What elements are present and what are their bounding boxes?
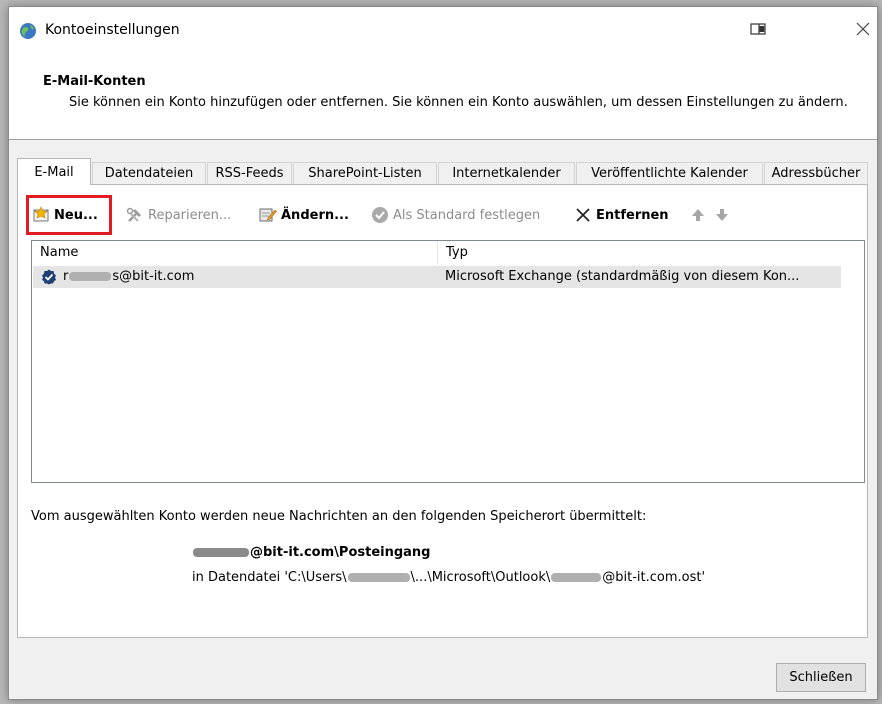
tab-data-files[interactable]: Datendateien	[92, 162, 206, 184]
repair-label: Reparieren...	[148, 207, 232, 223]
redacted-text	[193, 548, 249, 557]
new-mail-icon	[33, 206, 49, 222]
tab-rss-feeds[interactable]: RSS-Feeds	[207, 162, 292, 184]
account-name-cell: r s@bit-it.com	[63, 269, 195, 284]
delivery-info-text: Vom ausgewählten Konto werden neue Nachr…	[31, 509, 647, 524]
account-toolbar: Neu... Reparieren... Ändern... Als Stand…	[18, 203, 867, 227]
change-button[interactable]: Ändern...	[259, 203, 349, 227]
window-title: Kontoeinstellungen	[45, 22, 180, 38]
account-type-cell: Microsoft Exchange (standardmäßig von di…	[445, 269, 800, 284]
change-settings-icon	[259, 208, 277, 222]
set-default-label: Als Standard festlegen	[393, 207, 541, 223]
account-settings-window: Kontoeinstellungen E-Mail-Konten Sie kön…	[8, 6, 878, 700]
email-tab-panel: Neu... Reparieren... Ändern... Als Stand…	[17, 184, 868, 638]
column-header-type[interactable]: Typ	[438, 241, 838, 265]
title-bar: Kontoeinstellungen	[9, 7, 877, 51]
change-label: Ändern...	[281, 207, 349, 223]
repair-tools-icon	[126, 207, 141, 222]
dialog-header: E-Mail-Konten Sie können ein Konto hinzu…	[9, 51, 877, 140]
move-down-arrow-icon[interactable]	[715, 208, 729, 222]
repair-button[interactable]: Reparieren...	[126, 203, 231, 227]
default-check-icon	[372, 207, 388, 223]
move-up-arrow-icon[interactable]	[691, 208, 705, 222]
section-description: Sie können ein Konto hinzufügen oder ent…	[69, 95, 848, 110]
default-account-check-icon	[42, 269, 56, 285]
set-default-button[interactable]: Als Standard festlegen	[371, 203, 540, 227]
redacted-text	[347, 573, 410, 582]
outlook-globe-icon	[20, 23, 36, 39]
tab-email[interactable]: E-Mail	[17, 158, 91, 185]
tab-address-books[interactable]: Adressbücher	[764, 162, 868, 184]
close-icon[interactable]	[855, 21, 871, 37]
remove-x-icon	[576, 208, 590, 222]
window-pin-icon[interactable]	[750, 23, 768, 37]
tab-internet-calendars[interactable]: Internetkalender	[438, 162, 575, 184]
table-row[interactable]: r s@bit-it.com Microsoft Exchange (standa…	[33, 266, 841, 288]
section-title: E-Mail-Konten	[43, 74, 146, 89]
column-header-name[interactable]: Name	[32, 241, 437, 265]
delivery-folder: @bit-it.com\Posteingang	[192, 545, 431, 560]
remove-label: Entfernen	[596, 207, 669, 223]
redacted-text	[69, 272, 112, 281]
account-list: Name Typ r s@bit-it.com Microsoft Exchang…	[31, 240, 865, 483]
tab-published-calendars[interactable]: Veröffentlichte Kalender	[576, 162, 763, 184]
new-account-button[interactable]: Neu...	[32, 203, 98, 227]
redacted-text	[551, 573, 602, 582]
tab-sharepoint-lists[interactable]: SharePoint-Listen	[293, 162, 437, 184]
close-button[interactable]: Schließen	[776, 663, 866, 692]
data-file-path: in Datendatei 'C:\Users\ \...\Microsoft\O…	[192, 570, 706, 585]
remove-button[interactable]: Entfernen	[574, 203, 669, 227]
new-account-label: Neu...	[54, 207, 98, 223]
